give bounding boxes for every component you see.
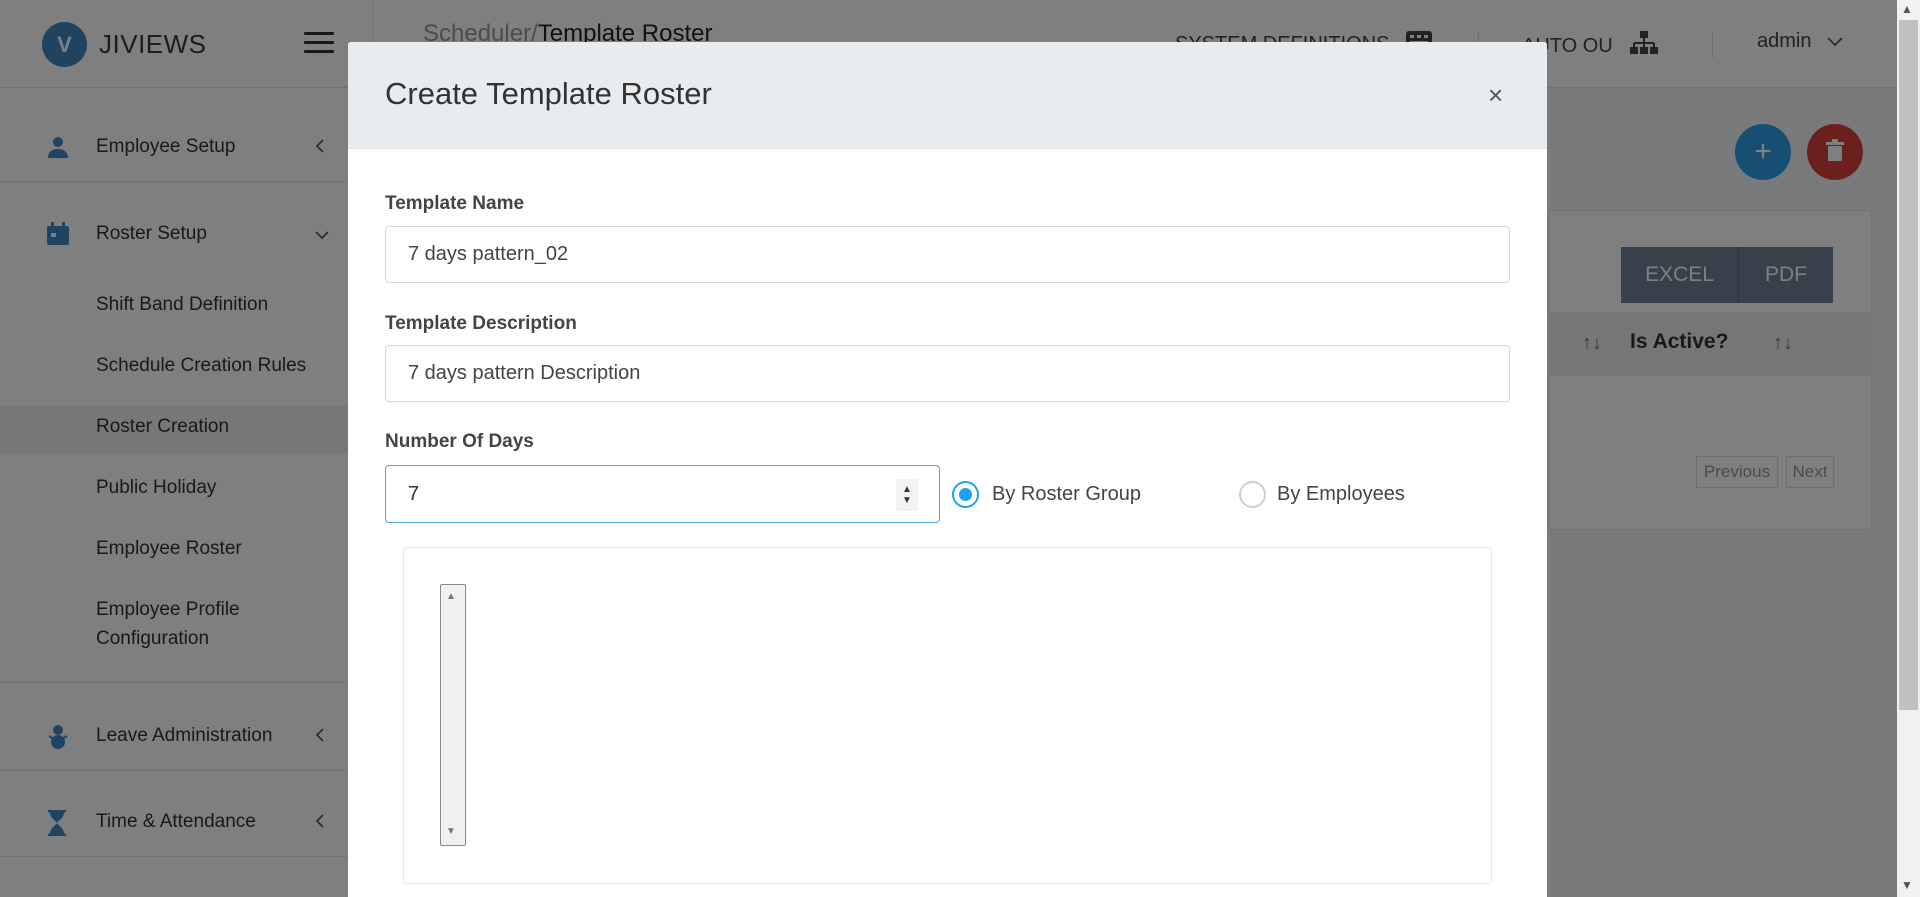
- number-of-days-label: Number Of Days: [385, 431, 534, 452]
- by-employees-label[interactable]: By Employees: [1277, 483, 1405, 506]
- template-name-label: Template Name: [385, 193, 525, 214]
- scroll-down-arrow-icon[interactable]: ▼: [1901, 878, 1913, 892]
- by-roster-group-radio[interactable]: [952, 481, 979, 508]
- page-scrollbar-thumb[interactable]: [1899, 20, 1918, 710]
- modal-header: Create Template Roster ×: [348, 42, 1547, 149]
- listbox-scroll-up-icon[interactable]: ▲: [446, 591, 456, 602]
- by-roster-group-label[interactable]: By Roster Group: [992, 483, 1141, 506]
- listbox-scroll-down-icon[interactable]: ▼: [446, 826, 456, 837]
- roster-group-listbox[interactable]: [440, 584, 466, 846]
- stepper-down-icon[interactable]: ▼: [902, 495, 912, 506]
- stepper-up-icon[interactable]: ▲: [902, 484, 912, 495]
- template-description-input[interactable]: 7 days pattern Description: [385, 345, 1510, 402]
- close-icon[interactable]: ×: [1488, 82, 1503, 108]
- template-description-label: Template Description: [385, 313, 577, 334]
- modal-title: Create Template Roster: [385, 76, 712, 111]
- number-of-days-input[interactable]: 7: [385, 465, 940, 523]
- template-name-input[interactable]: 7 days pattern_02: [385, 226, 1510, 283]
- roster-group-panel: [403, 547, 1492, 884]
- by-employees-radio[interactable]: [1239, 481, 1266, 508]
- scroll-up-arrow-icon[interactable]: ▲: [1901, 2, 1913, 16]
- create-template-roster-modal: Create Template Roster × Template Name 7…: [348, 42, 1547, 897]
- number-stepper[interactable]: ▲ ▼: [896, 479, 918, 511]
